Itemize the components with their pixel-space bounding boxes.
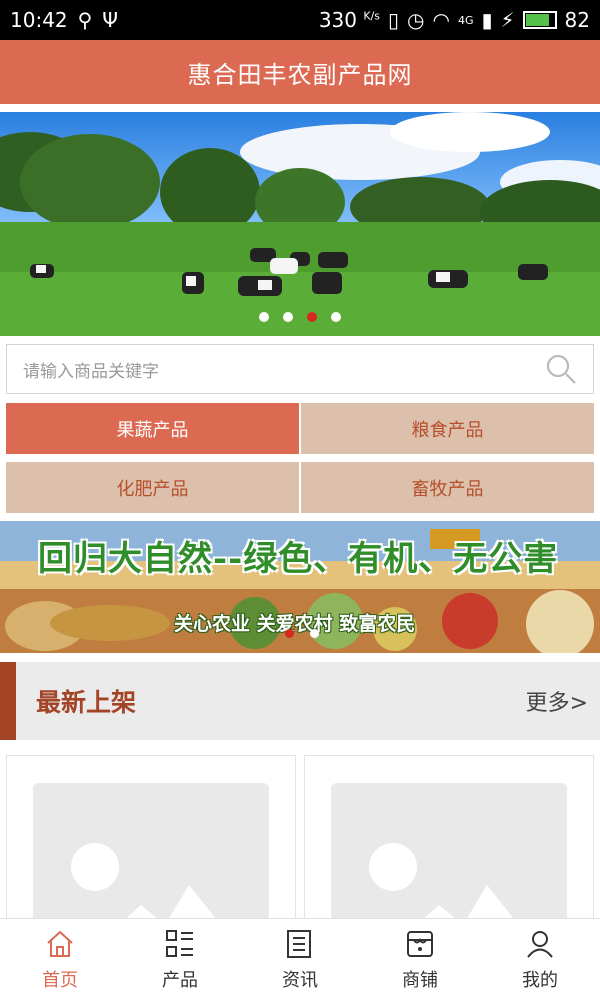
alarm-icon: ◷ [407,8,425,32]
search-input[interactable]: 请输入商品关键字 [23,357,545,382]
section-title: 最新上架 [36,688,137,717]
carousel-dot[interactable] [259,312,269,322]
category-grid: 果蔬产品 粮食产品 化肥产品 畜牧产品 [6,403,594,513]
promo-banner[interactable]: 回归大自然--绿色、有机、无公害 关心农业 关爱农村 致富农民 [0,521,600,653]
signal-icon: ▮ [481,8,493,32]
product-image-placeholder [33,783,269,919]
image-placeholder-icon [369,843,514,919]
latest-section-header: 最新上架 更多> [0,662,600,740]
tab-home[interactable]: 首页 [0,919,120,1000]
tab-mine-label: 我的 [522,969,558,991]
tab-home-label: 首页 [42,969,78,991]
status-bar: 10:42 ⚲ Ψ 330 K/s ▯ ◷ ◠ 4G ▮ ⚡ 82 [0,0,600,40]
product-image-placeholder [331,783,567,919]
tab-shops[interactable]: 商铺 [360,919,480,1000]
bottom-tab-bar: 首页 产品 资讯 商铺 我的 [0,918,600,1000]
carousel-dot[interactable] [283,312,293,322]
product-card[interactable] [6,755,296,920]
news-icon [287,929,311,958]
tab-products-label: 产品 [162,969,198,991]
vibrate-icon: ▯ [388,8,400,32]
product-grid [6,755,594,920]
clock: 10:42 [10,8,68,32]
shop-icon [407,930,433,957]
category-fruit-veg[interactable]: 果蔬产品 [6,403,299,454]
carousel-dot-active[interactable] [307,312,317,322]
tab-mine[interactable]: 我的 [480,919,600,1000]
wifi-icon: ◠ [432,8,450,32]
hero-farm-image [0,112,600,336]
search-icon[interactable] [545,353,577,385]
tab-shops-label: 商铺 [402,969,438,991]
product-card[interactable] [304,755,594,920]
signal-type: 4G [457,13,474,27]
usb-icon: Ψ [102,8,119,32]
tab-products[interactable]: 产品 [120,919,240,1000]
tab-news-label: 资讯 [282,969,318,991]
tab-news[interactable]: 资讯 [240,919,360,1000]
app-header: 惠合田丰农副产品网 [0,40,600,104]
search-bar[interactable]: 请输入商品关键字 [6,344,594,394]
network-speed: 330 K/s [318,8,381,32]
battery-level: 82 [564,8,590,32]
banner-indicators [285,629,319,638]
hero-carousel[interactable] [0,112,600,336]
image-placeholder-icon [71,843,216,919]
user-icon [527,930,553,958]
battery-icon [522,11,557,29]
more-link[interactable]: 更多> [526,685,588,717]
product-grid-icon [166,929,193,957]
category-grain[interactable]: 粮食产品 [301,403,594,454]
page-title: 惠合田丰农副产品网 [187,60,413,89]
home-icon [47,930,73,957]
banner-dot-active[interactable] [285,629,294,638]
category-fertilizer[interactable]: 化肥产品 [6,462,299,513]
usb-debug-icon: ⚲ [77,8,93,32]
section-accent-bar [0,662,16,740]
charging-icon: ⚡ [500,8,515,32]
carousel-indicators [0,312,600,322]
banner-dot[interactable] [310,629,319,638]
carousel-dot[interactable] [331,312,341,322]
banner-title: 回归大自然--绿色、有机、无公害 [38,539,559,579]
category-livestock[interactable]: 畜牧产品 [301,462,594,513]
